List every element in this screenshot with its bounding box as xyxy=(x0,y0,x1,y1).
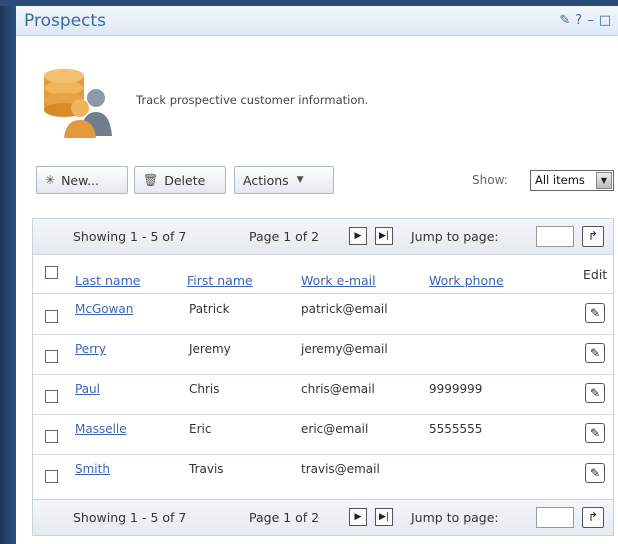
pager-page-of: Page 1 of 2 xyxy=(249,229,320,244)
last-name-link[interactable]: Masselle xyxy=(75,422,127,436)
first-name-cell: Travis xyxy=(189,462,224,476)
pager-page-of: Page 1 of 2 xyxy=(249,510,320,525)
jump-to-page-input[interactable] xyxy=(536,226,574,247)
last-page-icon: ▶| xyxy=(379,231,389,241)
actions-menu-button[interactable]: Actions ▼ xyxy=(234,166,334,194)
pencil-icon: ✎ xyxy=(589,346,601,360)
window-controls: ✎?–□ xyxy=(559,13,616,28)
email-cell: patrick@email xyxy=(301,302,388,316)
table-row: Smith Travis travis@email ✎ xyxy=(33,455,613,499)
table-row: McGowan Patrick patrick@email ✎ xyxy=(33,295,613,335)
new-button[interactable]: ✳ New... xyxy=(36,166,128,194)
panel-title: Prospects xyxy=(24,11,106,31)
pencil-icon: ✎ xyxy=(589,386,601,400)
minimize-icon[interactable]: – xyxy=(587,13,599,28)
pager-top: Showing 1 - 5 of 7 Page 1 of 2 ▶ ▶| Jump… xyxy=(33,219,613,255)
email-cell: eric@email xyxy=(301,422,369,436)
phone-cell: 5555555 xyxy=(429,422,483,436)
delete-button-label: Delete xyxy=(164,172,206,188)
first-name-cell: Eric xyxy=(189,422,212,436)
edit-item-button[interactable]: ✎ xyxy=(585,423,605,443)
last-page-button[interactable]: ▶| xyxy=(375,508,393,526)
go-button[interactable]: ↱ xyxy=(582,507,604,528)
email-cell: travis@email xyxy=(301,462,380,476)
col-edit: Edit xyxy=(583,267,608,282)
last-page-icon: ▶| xyxy=(379,512,389,522)
last-page-button[interactable]: ▶| xyxy=(375,227,393,245)
pager-showing: Showing 1 - 5 of 7 xyxy=(73,229,187,244)
edit-item-button[interactable]: ✎ xyxy=(585,383,605,403)
list-description: Track prospective customer information. xyxy=(136,93,369,107)
actions-button-label: Actions xyxy=(243,172,289,188)
row-checkbox[interactable] xyxy=(45,310,58,323)
next-page-button[interactable]: ▶ xyxy=(349,508,367,526)
next-page-button[interactable]: ▶ xyxy=(349,227,367,245)
edit-icon[interactable]: ✎ xyxy=(559,13,575,28)
row-checkbox[interactable] xyxy=(45,430,58,443)
edit-item-button[interactable]: ✎ xyxy=(585,463,605,483)
dropdown-arrow-icon: ▼ xyxy=(596,172,612,189)
chevron-down-icon: ▼ xyxy=(296,175,304,185)
table-row: Paul Chris chris@email 9999999 ✎ xyxy=(33,375,613,415)
last-name-link[interactable]: McGowan xyxy=(75,302,133,316)
col-last-name[interactable]: Last name xyxy=(75,273,140,288)
pager-bottom: Showing 1 - 5 of 7 Page 1 of 2 ▶ ▶| Jump… xyxy=(33,499,613,535)
table-row: Perry Jeremy jeremy@email ✎ xyxy=(33,335,613,375)
last-name-link[interactable]: Smith xyxy=(75,462,110,476)
new-icon: ✳ xyxy=(45,173,56,187)
row-checkbox[interactable] xyxy=(45,470,58,483)
pencil-icon: ✎ xyxy=(589,466,601,480)
prospects-panel: Prospects ✎?–□ Track prospective custome… xyxy=(16,6,618,544)
trash-icon: 🗑 xyxy=(143,173,159,187)
view-select-value: All items xyxy=(535,173,585,187)
pencil-icon: ✎ xyxy=(589,426,601,440)
select-all-checkbox[interactable] xyxy=(45,266,58,279)
panel-titlebar: Prospects ✎?–□ xyxy=(16,6,618,36)
last-name-link[interactable]: Paul xyxy=(75,382,100,396)
jump-to-page-input[interactable] xyxy=(536,507,574,528)
first-name-cell: Patrick xyxy=(189,302,230,316)
col-work-phone[interactable]: Work phone xyxy=(429,273,504,288)
go-arrow-icon: ↱ xyxy=(587,510,599,524)
email-cell: chris@email xyxy=(301,382,375,396)
delete-button[interactable]: 🗑 Delete xyxy=(134,166,226,194)
col-first-name[interactable]: First name xyxy=(187,273,253,288)
close-icon[interactable]: □ xyxy=(599,13,616,28)
first-name-cell: Jeremy xyxy=(189,342,231,356)
jump-to-page-label: Jump to page: xyxy=(411,229,499,244)
jump-to-page-label: Jump to page: xyxy=(411,510,499,525)
prospects-list: Showing 1 - 5 of 7 Page 1 of 2 ▶ ▶| Jump… xyxy=(32,218,614,536)
new-button-label: New... xyxy=(61,172,100,188)
go-button[interactable]: ↱ xyxy=(582,226,604,247)
next-icon: ▶ xyxy=(354,512,362,522)
show-label: Show: xyxy=(472,173,508,187)
view-select[interactable]: All items ▼ xyxy=(530,170,614,191)
last-name-link[interactable]: Perry xyxy=(75,342,106,356)
pencil-icon: ✎ xyxy=(589,306,601,320)
list-toolbar: ✳ New... 🗑 Delete Actions ▼ Show: All it… xyxy=(36,166,616,196)
window-left-border xyxy=(0,0,16,544)
help-icon[interactable]: ? xyxy=(575,13,587,28)
prospects-icon xyxy=(44,69,112,138)
first-name-cell: Chris xyxy=(189,382,220,396)
email-cell: jeremy@email xyxy=(301,342,388,356)
table-row: Masselle Eric eric@email 5555555 ✎ xyxy=(33,415,613,455)
edit-item-button[interactable]: ✎ xyxy=(585,343,605,363)
next-icon: ▶ xyxy=(354,231,362,241)
col-work-email[interactable]: Work e-mail xyxy=(301,273,376,288)
row-checkbox[interactable] xyxy=(45,350,58,363)
table-header: Last name First name Work e-mail Work ph… xyxy=(33,256,613,294)
edit-item-button[interactable]: ✎ xyxy=(585,303,605,323)
pager-showing: Showing 1 - 5 of 7 xyxy=(73,510,187,525)
row-checkbox[interactable] xyxy=(45,390,58,403)
phone-cell: 9999999 xyxy=(429,382,483,396)
go-arrow-icon: ↱ xyxy=(587,229,599,243)
